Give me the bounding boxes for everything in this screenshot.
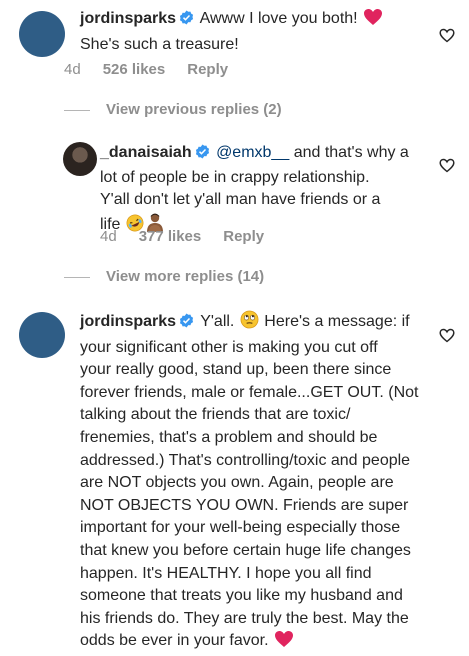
like-heart-icon[interactable] <box>439 328 455 344</box>
comment-line: that knew you before certain huge life c… <box>80 541 411 559</box>
timestamp: 4d <box>64 61 81 78</box>
comment-body: jordinsparks Awww I love you both! She's… <box>80 8 420 56</box>
likes-count[interactable]: 377 likes <box>139 228 202 245</box>
comment-text: Y'all. <box>200 313 235 330</box>
comment-text-cont: Here's a message: if <box>264 313 410 330</box>
comment-line: important for your well-being especially… <box>80 519 401 537</box>
comment-line: odds be ever in your favor. <box>80 632 269 650</box>
red-heart-icon <box>363 8 383 34</box>
comment-line: frenemies, that's a problem and should b… <box>80 428 378 446</box>
timestamp: 4d <box>100 228 117 245</box>
comment-text-line2: lot of people be in crappy relationship. <box>100 168 370 186</box>
comment-text-line2: She's such a treasure! <box>80 35 239 53</box>
view-more-replies-label: View more replies (14) <box>106 268 265 285</box>
comment-line: someone that treats you like my husband … <box>80 587 403 605</box>
like-heart-icon[interactable] <box>439 28 455 44</box>
red-heart-icon <box>274 630 294 656</box>
comment-meta: 4d 526 likes Reply <box>64 61 250 78</box>
view-more-replies-button[interactable]: View more replies (14) <box>64 268 264 285</box>
comment-line: happen. It's HEALTHY. I hope you all fin… <box>80 564 372 582</box>
like-heart-icon[interactable] <box>439 158 455 174</box>
username[interactable]: _danaisaiah <box>100 144 192 161</box>
comment-text-line3: Y'all don't let y'all man have friends o… <box>100 191 381 209</box>
username[interactable]: jordinsparks <box>80 313 176 330</box>
comment-line: your significant other is making you cut… <box>80 338 378 356</box>
rolling-eyes-emoji-icon <box>240 310 259 337</box>
comment-line: NOT OBJECTS YOU OWN. Friends are super <box>80 496 409 514</box>
divider-line <box>64 276 90 278</box>
likes-count[interactable]: 526 likes <box>103 61 166 78</box>
verified-badge-icon <box>195 144 210 167</box>
reply-button[interactable]: Reply <box>223 228 264 245</box>
verified-badge-icon <box>179 10 194 33</box>
reply-button[interactable]: Reply <box>187 61 228 78</box>
avatar[interactable] <box>19 312 65 358</box>
comment-text: Awww I love you both! <box>199 10 358 27</box>
comment-line: talking about the friends that are toxic… <box>80 406 351 424</box>
comment-line: are NOT objects you own. Again, people a… <box>80 474 394 492</box>
comment-line: addressed.) That's controlling/toxic and… <box>80 451 411 469</box>
comment-body: jordinsparks Y'all. Here's a message: if… <box>80 310 440 656</box>
avatar[interactable] <box>19 11 65 57</box>
comment-line: forever friends, male or female...GET OU… <box>80 383 419 401</box>
comment-body: _danaisaiah @emxb__ and that's why a lot… <box>100 142 430 239</box>
verified-badge-icon <box>179 313 194 336</box>
comment-meta: 4d 377 likes Reply <box>100 228 286 245</box>
avatar[interactable] <box>63 142 97 176</box>
view-previous-replies-label: View previous replies (2) <box>106 101 282 118</box>
comment-line: your really good, stand up, been there s… <box>80 361 392 379</box>
view-previous-replies-button[interactable]: View previous replies (2) <box>64 101 282 118</box>
username[interactable]: jordinsparks <box>80 10 176 27</box>
mention-link[interactable]: @emxb__ <box>216 144 289 161</box>
comment-line: his friends do. They are truly the best.… <box>80 609 409 627</box>
divider-line <box>64 109 90 111</box>
comment-text: and that's why a <box>293 144 409 161</box>
